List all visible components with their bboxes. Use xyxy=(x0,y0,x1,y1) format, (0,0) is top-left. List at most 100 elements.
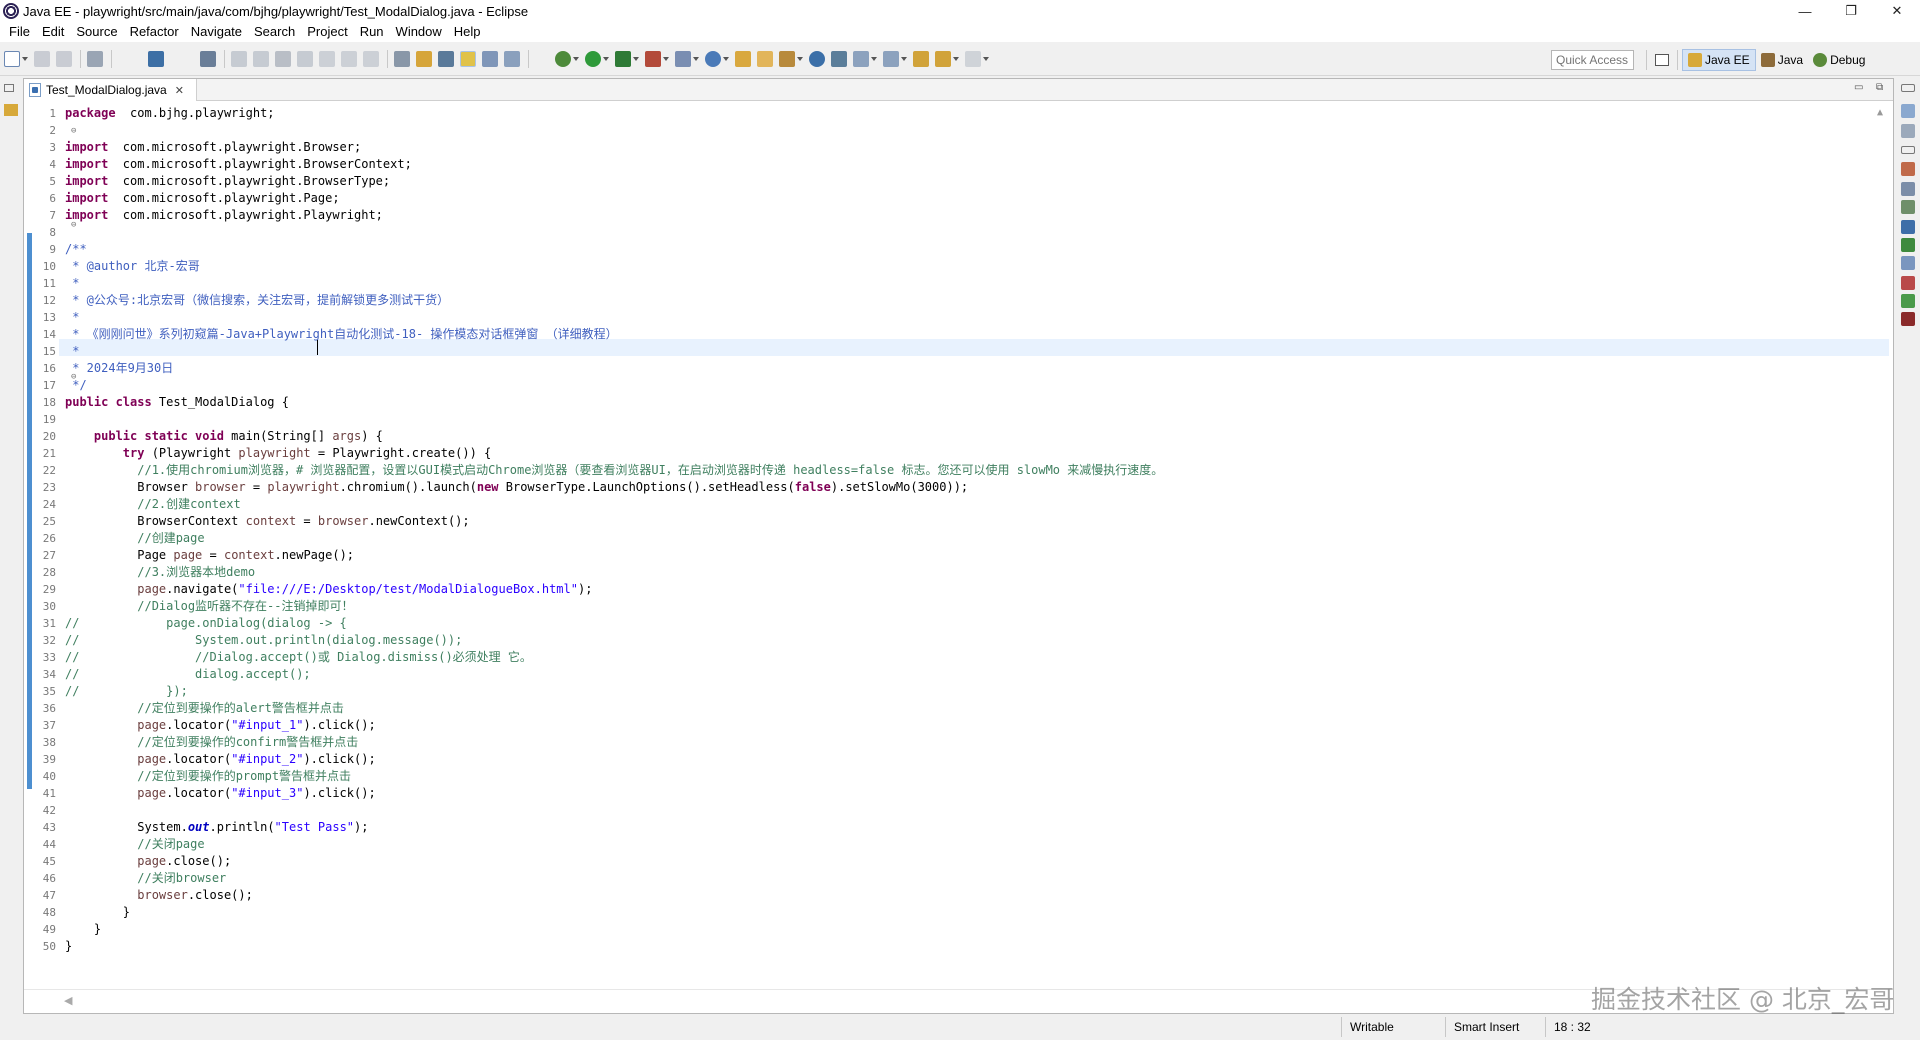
code-line[interactable]: } xyxy=(65,921,101,938)
external-tools-dropdown-icon[interactable] xyxy=(663,57,669,61)
menu-window[interactable]: Window xyxy=(390,22,448,42)
code-line[interactable]: //1.使用chromium浏览器，# 浏览器配置，设置以GUI模式启动Chro… xyxy=(65,462,1163,479)
code-editor[interactable]: 1 2 3 4 5 6 7 8 9 10 11 12 13 14 15 16 17 18 19 20 21 22 23 24 2… xyxy=(24,101,1893,989)
forward-icon[interactable] xyxy=(965,51,981,67)
drop-to-frame-icon[interactable] xyxy=(394,51,410,67)
code-line[interactable]: //关闭browser xyxy=(65,870,226,887)
quick-access-input[interactable] xyxy=(1551,50,1634,70)
menu-project[interactable]: Project xyxy=(301,22,353,42)
code-line[interactable]: import com.microsoft.playwright.Browser; xyxy=(65,139,361,156)
code-line[interactable]: //Dialog监听器不存在--注销掉即可！ xyxy=(65,598,353,615)
code-line[interactable]: * 《刚刚问世》系列初窥篇-Java+Playwright自动化测试-18- 操… xyxy=(65,326,617,343)
search-dropdown-icon[interactable] xyxy=(797,57,803,61)
code-line[interactable]: * xyxy=(65,275,79,292)
code-line[interactable]: //创建page xyxy=(65,530,204,547)
coverage-dropdown-icon[interactable] xyxy=(633,57,639,61)
code-line[interactable]: try (Playwright playwright = Playwright.… xyxy=(65,445,491,462)
open-type-icon[interactable] xyxy=(735,51,751,67)
step-into-icon[interactable] xyxy=(319,51,335,67)
annotation-next-icon[interactable] xyxy=(853,51,869,67)
close-window-button[interactable]: ✕ xyxy=(1874,0,1920,22)
annotation-next-dropdown-icon[interactable] xyxy=(871,57,877,61)
restore-view-icon[interactable] xyxy=(4,84,14,92)
run-icon[interactable] xyxy=(585,51,601,67)
coverage-icon[interactable] xyxy=(615,51,631,67)
back-icon[interactable] xyxy=(935,51,951,67)
code-line[interactable]: //定位到要操作的confirm警告框并点击 xyxy=(65,734,358,751)
step-over-icon[interactable] xyxy=(341,51,357,67)
code-line[interactable]: page.locator("#input_3").click(); xyxy=(65,785,375,802)
debug-icon[interactable] xyxy=(555,51,571,67)
block-selection-icon[interactable] xyxy=(482,51,498,67)
suspend-icon[interactable] xyxy=(253,51,269,67)
annotation-prev-dropdown-icon[interactable] xyxy=(901,57,907,61)
code-line[interactable]: page.locator("#input_1").click(); xyxy=(65,717,375,734)
open-task-icon[interactable] xyxy=(757,51,773,67)
terminal-view-icon[interactable] xyxy=(1901,294,1915,308)
run-dropdown-icon[interactable] xyxy=(603,57,609,61)
menu-search[interactable]: Search xyxy=(248,22,301,42)
snippets-icon[interactable] xyxy=(1901,256,1915,270)
use-step-filters-icon[interactable] xyxy=(416,51,432,67)
menu-run[interactable]: Run xyxy=(354,22,390,42)
disconnect-icon[interactable] xyxy=(297,51,313,67)
code-line[interactable]: //定位到要操作的alert警告框并点击 xyxy=(65,700,344,717)
menu-navigate[interactable]: Navigate xyxy=(185,22,248,42)
annotation-prev-icon[interactable] xyxy=(883,51,899,67)
fold-toggle-icon[interactable]: ⊖ xyxy=(71,221,79,230)
code-line[interactable]: //关闭page xyxy=(65,836,204,853)
status-insert-mode[interactable]: Smart Insert xyxy=(1446,1014,1519,1040)
perspective-java[interactable]: Java xyxy=(1756,49,1808,71)
perspective-debug[interactable]: Debug xyxy=(1808,49,1870,71)
outline-icon[interactable] xyxy=(1901,104,1915,118)
properties-icon[interactable] xyxy=(1901,182,1915,196)
menu-source[interactable]: Source xyxy=(70,22,123,42)
menu-edit[interactable]: Edit xyxy=(36,22,70,42)
toggle-mark-occurrences-icon[interactable] xyxy=(438,51,454,67)
new-class-dropdown-icon[interactable] xyxy=(723,57,729,61)
code-line[interactable]: page.locator("#input_2").click(); xyxy=(65,751,375,768)
code-line[interactable]: * @公众号:北京宏哥（微信搜索，关注宏哥，提前解锁更多测试干货） xyxy=(65,292,449,309)
code-line[interactable]: } xyxy=(65,938,72,955)
perspective-java-ee[interactable]: Java EE xyxy=(1682,49,1756,71)
code-line[interactable]: /** xyxy=(65,241,87,258)
step-return-icon[interactable] xyxy=(363,51,379,67)
restore-button[interactable]: ❐ xyxy=(1828,0,1874,22)
code-line[interactable]: * xyxy=(65,309,79,326)
editor-tab[interactable]: Test_ModalDialog.java ✕ xyxy=(24,79,197,101)
code-line[interactable]: import com.microsoft.playwright.BrowserT… xyxy=(65,173,390,190)
code-line[interactable]: import com.microsoft.playwright.Page; xyxy=(65,190,340,207)
forward-dropdown-icon[interactable] xyxy=(983,57,989,61)
new-java-project-dropdown-icon[interactable] xyxy=(693,57,699,61)
restore-view-icon[interactable] xyxy=(1901,84,1915,92)
code-line[interactable]: // }); xyxy=(65,683,188,700)
fold-toggle-icon[interactable]: ⊖ xyxy=(71,373,79,382)
back-dropdown-icon[interactable] xyxy=(953,57,959,61)
markers-icon[interactable] xyxy=(1901,162,1915,176)
package-explorer-icon[interactable] xyxy=(4,104,18,116)
code-line[interactable]: public static void main(String[] args) { xyxy=(65,428,383,445)
code-line[interactable]: page.navigate("file:///E:/Desktop/test/M… xyxy=(65,581,592,598)
code-line[interactable]: import com.microsoft.playwright.BrowserC… xyxy=(65,156,412,173)
terminal-icon[interactable] xyxy=(148,51,164,67)
save-icon[interactable] xyxy=(34,51,50,67)
web-browser-icon[interactable] xyxy=(809,51,825,67)
new-icon[interactable] xyxy=(4,51,20,67)
minimize-editor-icon[interactable]: ▭ xyxy=(1854,82,1863,93)
code-line[interactable]: // page.onDialog(dialog -> { xyxy=(65,615,347,632)
data-source-explorer-icon[interactable] xyxy=(1901,238,1915,252)
terminate-icon[interactable] xyxy=(275,51,291,67)
code-line[interactable]: * xyxy=(65,343,79,360)
restore-view-icon[interactable] xyxy=(1901,146,1915,154)
code-line[interactable]: * 2024年9月30日 xyxy=(65,360,173,377)
web-services-icon[interactable] xyxy=(831,51,847,67)
debug-dropdown-icon[interactable] xyxy=(573,57,579,61)
menu-file[interactable]: File xyxy=(3,22,36,42)
code-line[interactable]: // //Dialog.accept()或 Dialog.dismiss()必须… xyxy=(65,649,532,666)
code-line[interactable]: public class Test_ModalDialog { xyxy=(65,394,289,411)
problems-icon[interactable] xyxy=(1901,276,1915,290)
new-package-icon[interactable] xyxy=(705,51,721,67)
show-whitespace-icon[interactable] xyxy=(504,51,520,67)
code-line[interactable]: Page page = context.newPage(); xyxy=(65,547,354,564)
code-line[interactable]: // dialog.accept(); xyxy=(65,666,311,683)
